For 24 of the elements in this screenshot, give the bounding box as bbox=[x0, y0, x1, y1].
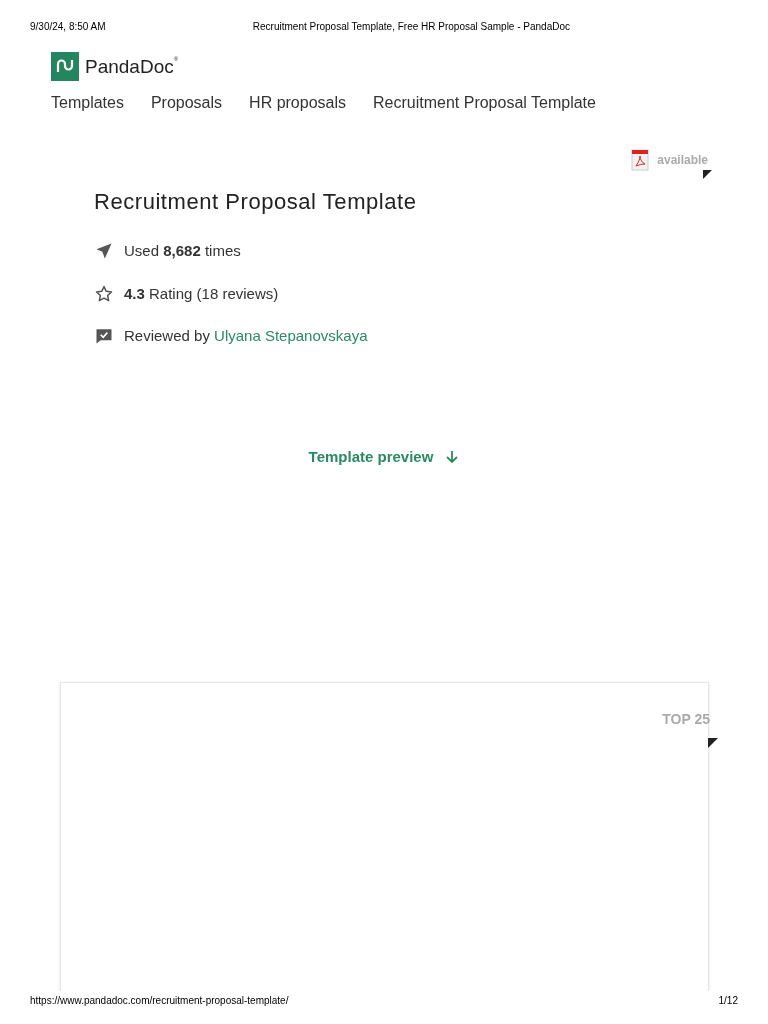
stat-text: 4.3 Rating (18 reviews) bbox=[124, 283, 279, 304]
print-page-number: 1/12 bbox=[718, 994, 738, 1008]
reviewer-link[interactable]: Ulyana Stepanovskaya bbox=[214, 327, 368, 344]
arrow-down-icon bbox=[445, 449, 460, 464]
corner-triangle-icon bbox=[708, 738, 718, 748]
check-message-icon bbox=[94, 326, 114, 347]
stat-text: Used 8,682 times bbox=[124, 241, 241, 261]
top-rank-label: TOP 25 bbox=[662, 710, 710, 729]
print-date: 9/30/24, 8:50 AM bbox=[30, 20, 106, 34]
pdf-file-icon bbox=[631, 149, 650, 171]
breadcrumb-link[interactable]: HR proposals bbox=[249, 91, 346, 115]
star-icon bbox=[94, 283, 114, 304]
print-url: https://www.pandadoc.com/recruitment-proposal-template/ bbox=[30, 994, 289, 1008]
logo-text: PandaDoc bbox=[85, 54, 174, 79]
print-page-title: Recruitment Proposal Template, Free HR Proposal Sample - PandaDoc bbox=[252, 20, 570, 34]
breadcrumb-link[interactable]: Recruitment Proposal Template bbox=[373, 91, 596, 115]
stat-text: Reviewed by Ulyana Stepanovskaya bbox=[124, 326, 368, 346]
breadcrumb-link[interactable]: Templates bbox=[51, 91, 124, 115]
template-preview-link[interactable]: Template preview bbox=[308, 445, 460, 468]
logo-icon bbox=[51, 52, 79, 81]
page-title: Recruitment Proposal Template bbox=[94, 188, 418, 216]
pdf-available-label: available bbox=[657, 152, 708, 169]
corner-triangle-icon bbox=[703, 170, 712, 179]
breadcrumb-link[interactable]: Proposals bbox=[150, 91, 223, 115]
